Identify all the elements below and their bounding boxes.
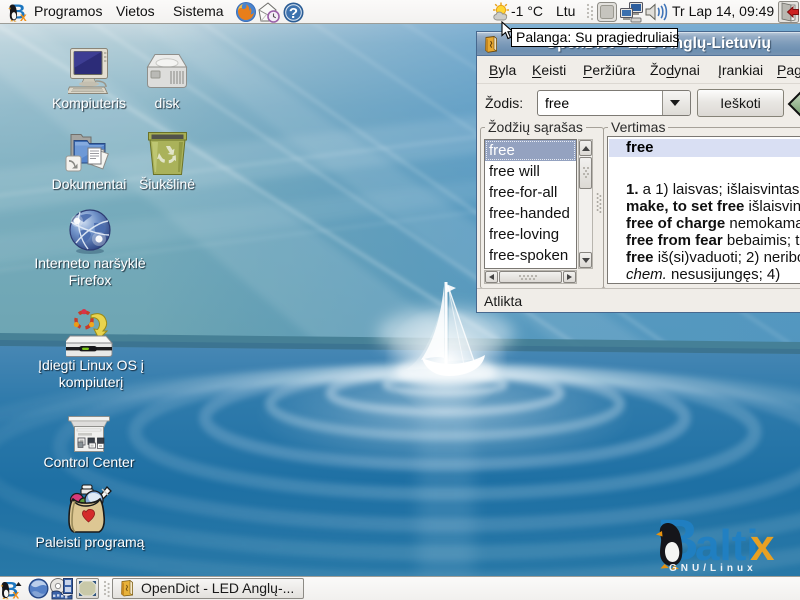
svg-text:x: x [20, 10, 27, 23]
svg-text:?: ? [289, 5, 298, 22]
svg-text:x: x [13, 588, 20, 600]
svg-text:GNU/Linux: GNU/Linux [669, 563, 757, 574]
